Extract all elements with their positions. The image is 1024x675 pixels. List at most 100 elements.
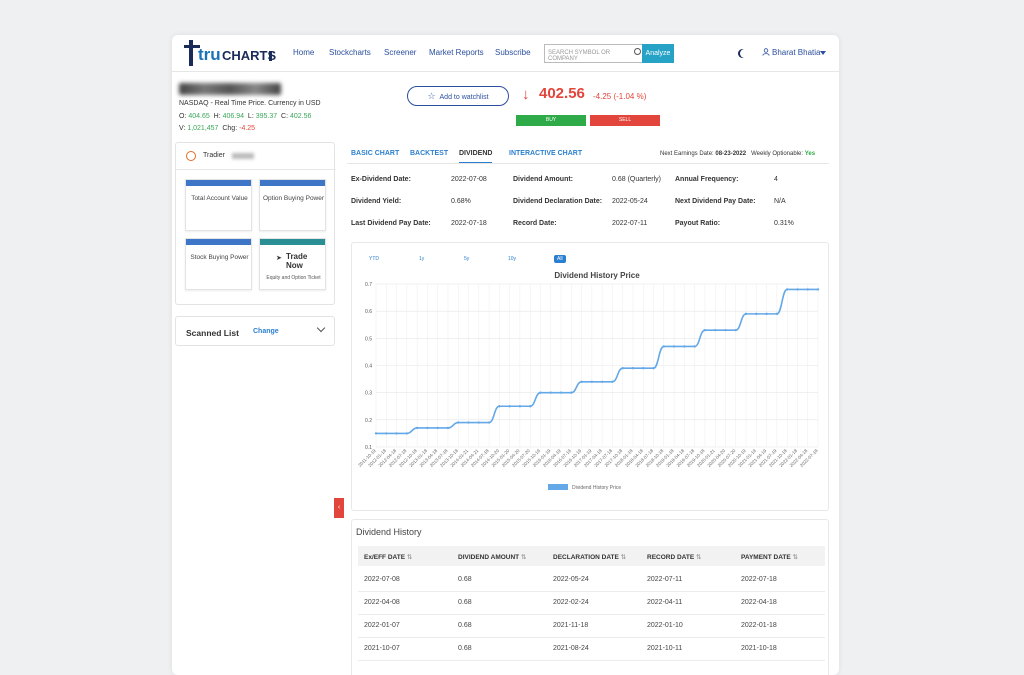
trade-now-title: Trade Now (286, 252, 308, 270)
data-point (611, 380, 614, 383)
close-label: C: (281, 113, 289, 120)
col-label: Ex/EFF DATE (364, 554, 406, 561)
sort-icon[interactable]: ⇅ (407, 554, 412, 561)
sort-icon[interactable]: ⇅ (696, 554, 701, 561)
data-point (487, 421, 491, 424)
volume-line: V: 1,021,457 Chg: -4.25 (179, 125, 255, 132)
scanned-list-title: Scanned List (186, 328, 239, 338)
data-point (683, 345, 686, 348)
earnings-label: Next Earnings Date: (660, 151, 714, 157)
logo-mark-icon (269, 51, 272, 61)
table-cell: 2022-07-18 (741, 576, 777, 583)
price-change: -4.25 (-1.04 %) (593, 92, 647, 101)
user-icon (762, 48, 770, 56)
table-header: Ex/EFF DATE ⇅ DIVIDEND AMOUNT ⇅ DECLARAT… (358, 546, 825, 566)
data-point (672, 345, 676, 348)
trade-now-card[interactable]: ➤ Trade Now Equity and Option Ticket (259, 238, 326, 290)
info-label: Dividend Amount: (513, 176, 574, 183)
data-point (549, 391, 552, 394)
collapse-sidebar-button[interactable]: ‹ (334, 498, 344, 518)
user-menu[interactable]: Bharat Bhatia (772, 48, 820, 57)
data-point (415, 426, 419, 430)
exchange-line: NASDAQ - Real Time Price. Currency in US… (179, 100, 321, 107)
col-record-date[interactable]: RECORD DATE ⇅ (647, 553, 701, 561)
nav-home[interactable]: Home (293, 48, 314, 57)
y-tick-label: 0.2 (365, 418, 372, 424)
sell-button[interactable]: SELL (590, 115, 660, 126)
sort-icon[interactable]: ⇅ (621, 554, 626, 561)
nav-subscribe[interactable]: Subscribe (495, 48, 531, 57)
scanned-list-panel: Scanned List Change (175, 316, 335, 346)
earnings-date: 08-23-2022 (715, 151, 747, 157)
col-declaration-date[interactable]: DECLARATION DATE ⇅ (553, 553, 626, 561)
tab-interactive-chart[interactable]: INTERACTIVE CHART (509, 150, 582, 157)
logo[interactable]: tru CHARTS (182, 38, 276, 68)
broker-account-blurred (232, 153, 254, 159)
nav-stockcharts[interactable]: Stockcharts (329, 48, 371, 57)
info-label: Dividend Yield: (351, 198, 402, 205)
y-tick-label: 0.4 (365, 364, 372, 370)
info-value: 0.31% (774, 220, 794, 227)
price: 402.56 (539, 85, 585, 102)
y-tick-label: 0.7 (365, 282, 372, 288)
tab-basic-chart[interactable]: BASIC CHART (351, 150, 399, 157)
tab-backtest[interactable]: BACKTEST (410, 150, 448, 157)
data-point (580, 380, 583, 383)
data-point (498, 405, 501, 408)
table-cell: 2021-10-18 (741, 645, 777, 652)
data-point (703, 328, 707, 332)
info-value: 2022-07-11 (612, 220, 648, 227)
buy-button[interactable]: BUY (516, 115, 586, 126)
data-point (395, 432, 398, 435)
col-label: RECORD DATE (647, 554, 695, 561)
data-point (477, 421, 480, 424)
dividend-history-title: Dividend History (356, 527, 422, 537)
card-label: Option Buying Power (262, 195, 325, 202)
col-dividend-amount[interactable]: DIVIDEND AMOUNT ⇅ (458, 553, 526, 561)
nav-screener[interactable]: Screener (384, 48, 416, 57)
chevron-down-icon[interactable] (316, 323, 326, 333)
info-value: 2022-05-24 (612, 198, 648, 205)
data-point (775, 312, 779, 316)
chevron-down-icon[interactable] (820, 51, 826, 55)
search-input[interactable]: SEARCH SYMBOL OR COMPANY (544, 44, 642, 63)
data-point (734, 328, 737, 332)
analyze-button[interactable]: Analyze (642, 44, 674, 63)
sort-icon[interactable]: ⇅ (521, 554, 526, 561)
broker-name: Tradier (203, 152, 225, 159)
sort-icon[interactable]: ⇅ (793, 554, 798, 561)
arrow-down-icon: ↓ (522, 86, 530, 103)
nav-market-reports[interactable]: Market Reports (429, 48, 484, 57)
card-label: Stock Buying Power (190, 254, 249, 261)
stock-buying-power-card[interactable]: Stock Buying Power (185, 238, 252, 290)
col-label: DIVIDEND AMOUNT (458, 554, 520, 561)
tab-dividend[interactable]: DIVIDEND (459, 150, 493, 163)
earnings-info: Next Earnings Date: 08-23-2022 Weekly Op… (660, 151, 815, 157)
table-cell: 0.68 (458, 599, 472, 606)
scanned-list-change-link[interactable]: Change (253, 328, 279, 335)
data-point (467, 421, 470, 424)
option-buying-power-card[interactable]: Option Buying Power (259, 179, 326, 231)
col-payment-date[interactable]: PAYMENT DATE ⇅ (741, 553, 798, 561)
dividend-line-chart: Dividend History Price0.10.20.30.40.50.6… (357, 271, 820, 491)
total-account-value-card[interactable]: Total Account Value (185, 179, 252, 231)
col-ex-date[interactable]: Ex/EFF DATE ⇅ (364, 553, 412, 561)
add-to-watchlist-button[interactable]: ☆ Add to watchlist (407, 86, 509, 106)
y-tick-label: 0.5 (365, 336, 372, 342)
data-point (385, 432, 388, 435)
chart-title: Dividend History Price (554, 271, 640, 280)
moon-icon[interactable] (740, 49, 749, 58)
table-cell: 2021-08-24 (553, 645, 589, 652)
volume-value: 1,021,457 (187, 125, 219, 132)
data-point (693, 345, 696, 348)
search-icon[interactable] (634, 48, 641, 55)
logo-tru: tru (198, 45, 221, 64)
top-nav: tru CHARTS Home Stockcharts Screener Mar… (172, 35, 839, 72)
info-label: Record Date: (513, 220, 557, 227)
ohlc-line: O: 404.65 H: 406.94 L: 395.37 C: 402.56 (179, 113, 311, 120)
data-point (528, 405, 532, 408)
table-cell: 2022-05-24 (553, 576, 589, 583)
data-point (724, 328, 727, 332)
table-cell: 2022-04-18 (741, 599, 777, 606)
account-panel: Tradier Total Account Value Option Buyin… (175, 142, 336, 305)
